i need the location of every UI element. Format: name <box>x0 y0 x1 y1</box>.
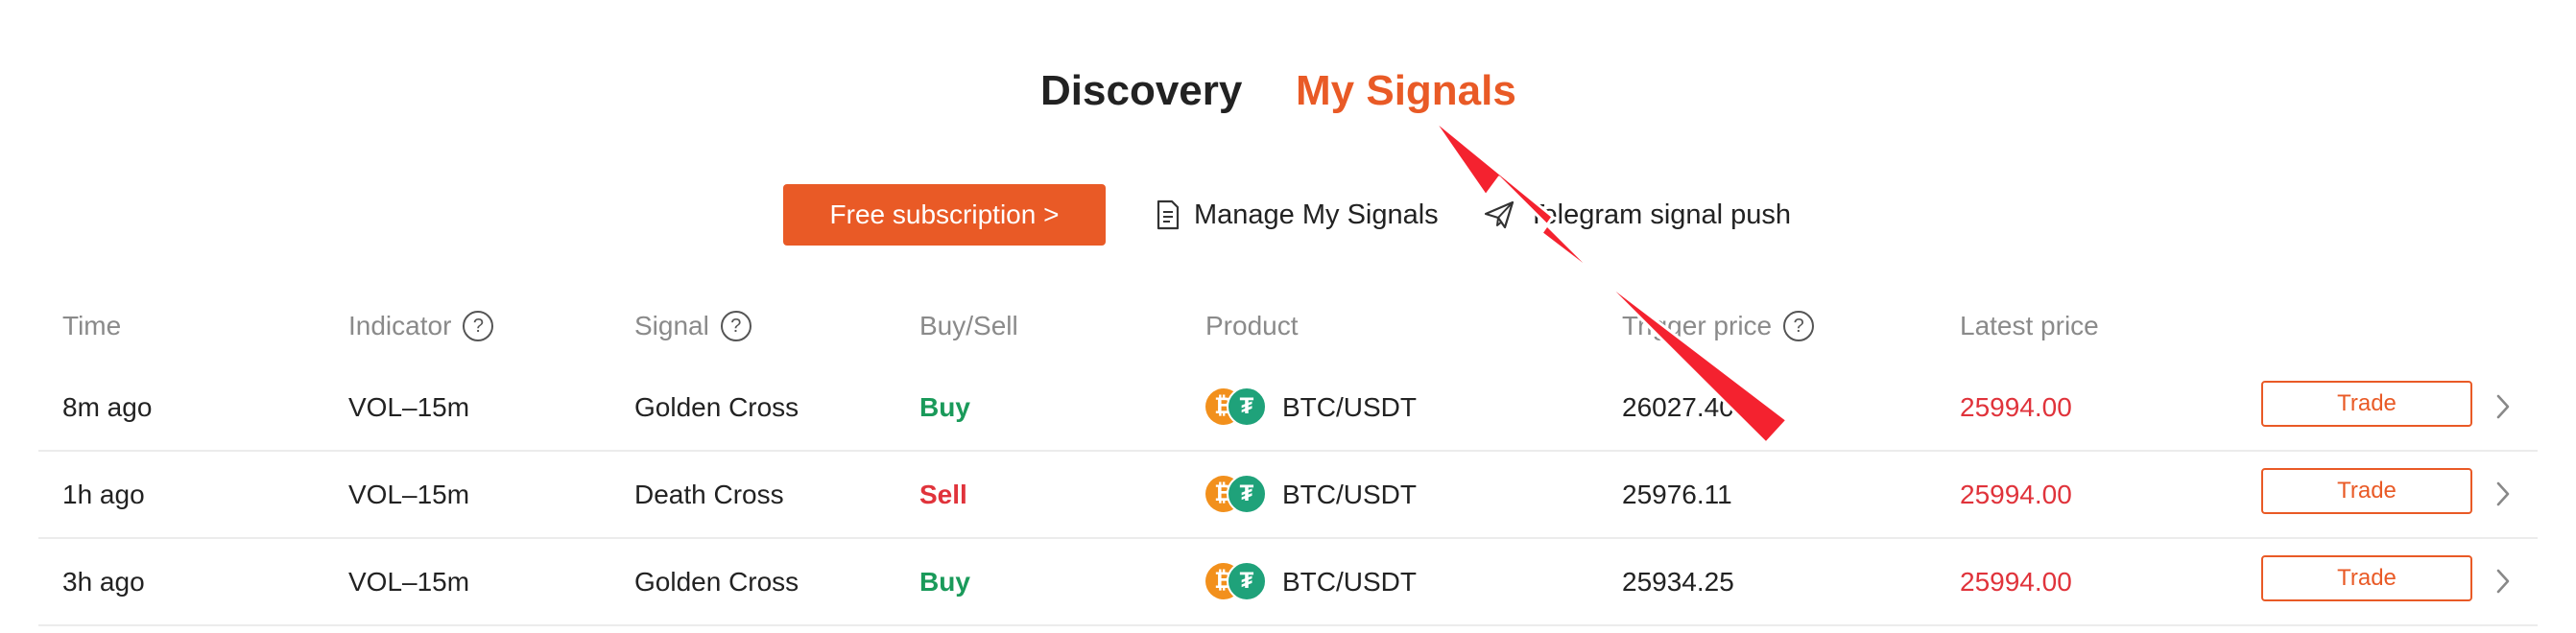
cell-product: ₿ ₮ BTC/USDT <box>1205 364 1417 450</box>
trade-button[interactable]: Trade <box>2261 381 2472 427</box>
cell-indicator: VOL–15m <box>348 391 470 422</box>
cell-latest-price: 25994.00 <box>1960 391 2072 422</box>
column-header-latest-price: Latest price <box>1960 311 2099 340</box>
signal-tabs: Discovery My Signals <box>0 58 2576 125</box>
cell-product: ₿ ₮ BTC/USDT <box>1205 452 1417 537</box>
column-header-buy-sell: Buy/Sell <box>919 311 1018 340</box>
column-header-trigger-price: Trigger price ? <box>1622 288 1815 364</box>
cell-indicator: VOL–15m <box>348 479 470 509</box>
coin-pair-icon: ₿ ₮ <box>1205 386 1269 429</box>
help-icon[interactable]: ? <box>720 311 751 341</box>
column-header-signal: Signal ? <box>634 288 751 364</box>
cell-signal: Golden Cross <box>634 391 799 422</box>
cell-trigger-price: 25976.11 <box>1622 479 1732 509</box>
cell-time: 8m ago <box>62 391 153 422</box>
cell-latest-price: 25994.00 <box>1960 479 2072 509</box>
document-icon <box>1157 199 1180 230</box>
cell-signal: Golden Cross <box>634 566 799 597</box>
trade-button[interactable]: Trade <box>2261 468 2472 514</box>
cell-latest-price: 25994.00 <box>1960 566 2072 597</box>
tab-discovery[interactable]: Discovery <box>1040 58 1242 125</box>
cell-time: 1h ago <box>62 479 145 509</box>
column-header-signal-label: Signal <box>634 311 709 340</box>
table-row[interactable]: 3h ago VOL–15m Golden Cross Buy ₿ ₮ BTC/… <box>38 539 2538 626</box>
cell-product: ₿ ₮ BTC/USDT <box>1205 539 1417 624</box>
column-header-time: Time <box>62 311 122 340</box>
paper-plane-icon <box>1484 200 1515 229</box>
product-label: BTC/USDT <box>1282 391 1417 422</box>
cell-trigger-price: 25934.25 <box>1622 566 1734 597</box>
tab-my-signals[interactable]: My Signals <box>1296 58 1516 125</box>
free-subscription-button[interactable]: Free subscription > <box>783 184 1106 246</box>
help-icon[interactable]: ? <box>1783 311 1815 341</box>
telegram-signal-push-label: Telegram signal push <box>1528 199 1792 230</box>
table-header: Time Indicator ? Signal ? Buy/Sell Produ… <box>38 288 2538 364</box>
chevron-right-icon[interactable] <box>2490 566 2516 597</box>
chevron-right-icon[interactable] <box>2490 391 2516 422</box>
product-label: BTC/USDT <box>1282 479 1417 509</box>
cell-buy-sell: Buy <box>919 391 970 422</box>
product-label: BTC/USDT <box>1282 566 1417 597</box>
telegram-signal-push-link[interactable]: Telegram signal push <box>1484 184 1791 246</box>
column-header-indicator-label: Indicator <box>348 311 452 340</box>
chevron-right-icon[interactable] <box>2490 479 2516 509</box>
column-header-indicator: Indicator ? <box>348 288 494 364</box>
trade-button[interactable]: Trade <box>2261 555 2472 601</box>
usdt-icon: ₮ <box>1227 386 1267 427</box>
column-header-trigger-price-label: Trigger price <box>1622 311 1773 340</box>
cell-signal: Death Cross <box>634 479 784 509</box>
cell-buy-sell: Buy <box>919 566 970 597</box>
coin-pair-icon: ₿ ₮ <box>1205 560 1269 603</box>
manage-my-signals-link[interactable]: Manage My Signals <box>1156 184 1439 246</box>
table-row[interactable]: 8m ago VOL–15m Golden Cross Buy ₿ ₮ BTC/… <box>38 364 2538 452</box>
table-row[interactable]: 1h ago VOL–15m Death Cross Sell ₿ ₮ BTC/… <box>38 452 2538 539</box>
cell-indicator: VOL–15m <box>348 566 470 597</box>
column-header-product: Product <box>1205 311 1299 340</box>
cell-time: 3h ago <box>62 566 145 597</box>
coin-pair-icon: ₿ ₮ <box>1205 473 1269 516</box>
usdt-icon: ₮ <box>1227 473 1267 514</box>
usdt-icon: ₮ <box>1227 560 1267 601</box>
manage-my-signals-label: Manage My Signals <box>1194 199 1439 230</box>
help-icon[interactable]: ? <box>463 311 494 341</box>
cell-trigger-price: 26027.40 <box>1622 391 1734 422</box>
cell-buy-sell: Sell <box>919 479 967 509</box>
signals-table: Time Indicator ? Signal ? Buy/Sell Produ… <box>38 288 2538 626</box>
